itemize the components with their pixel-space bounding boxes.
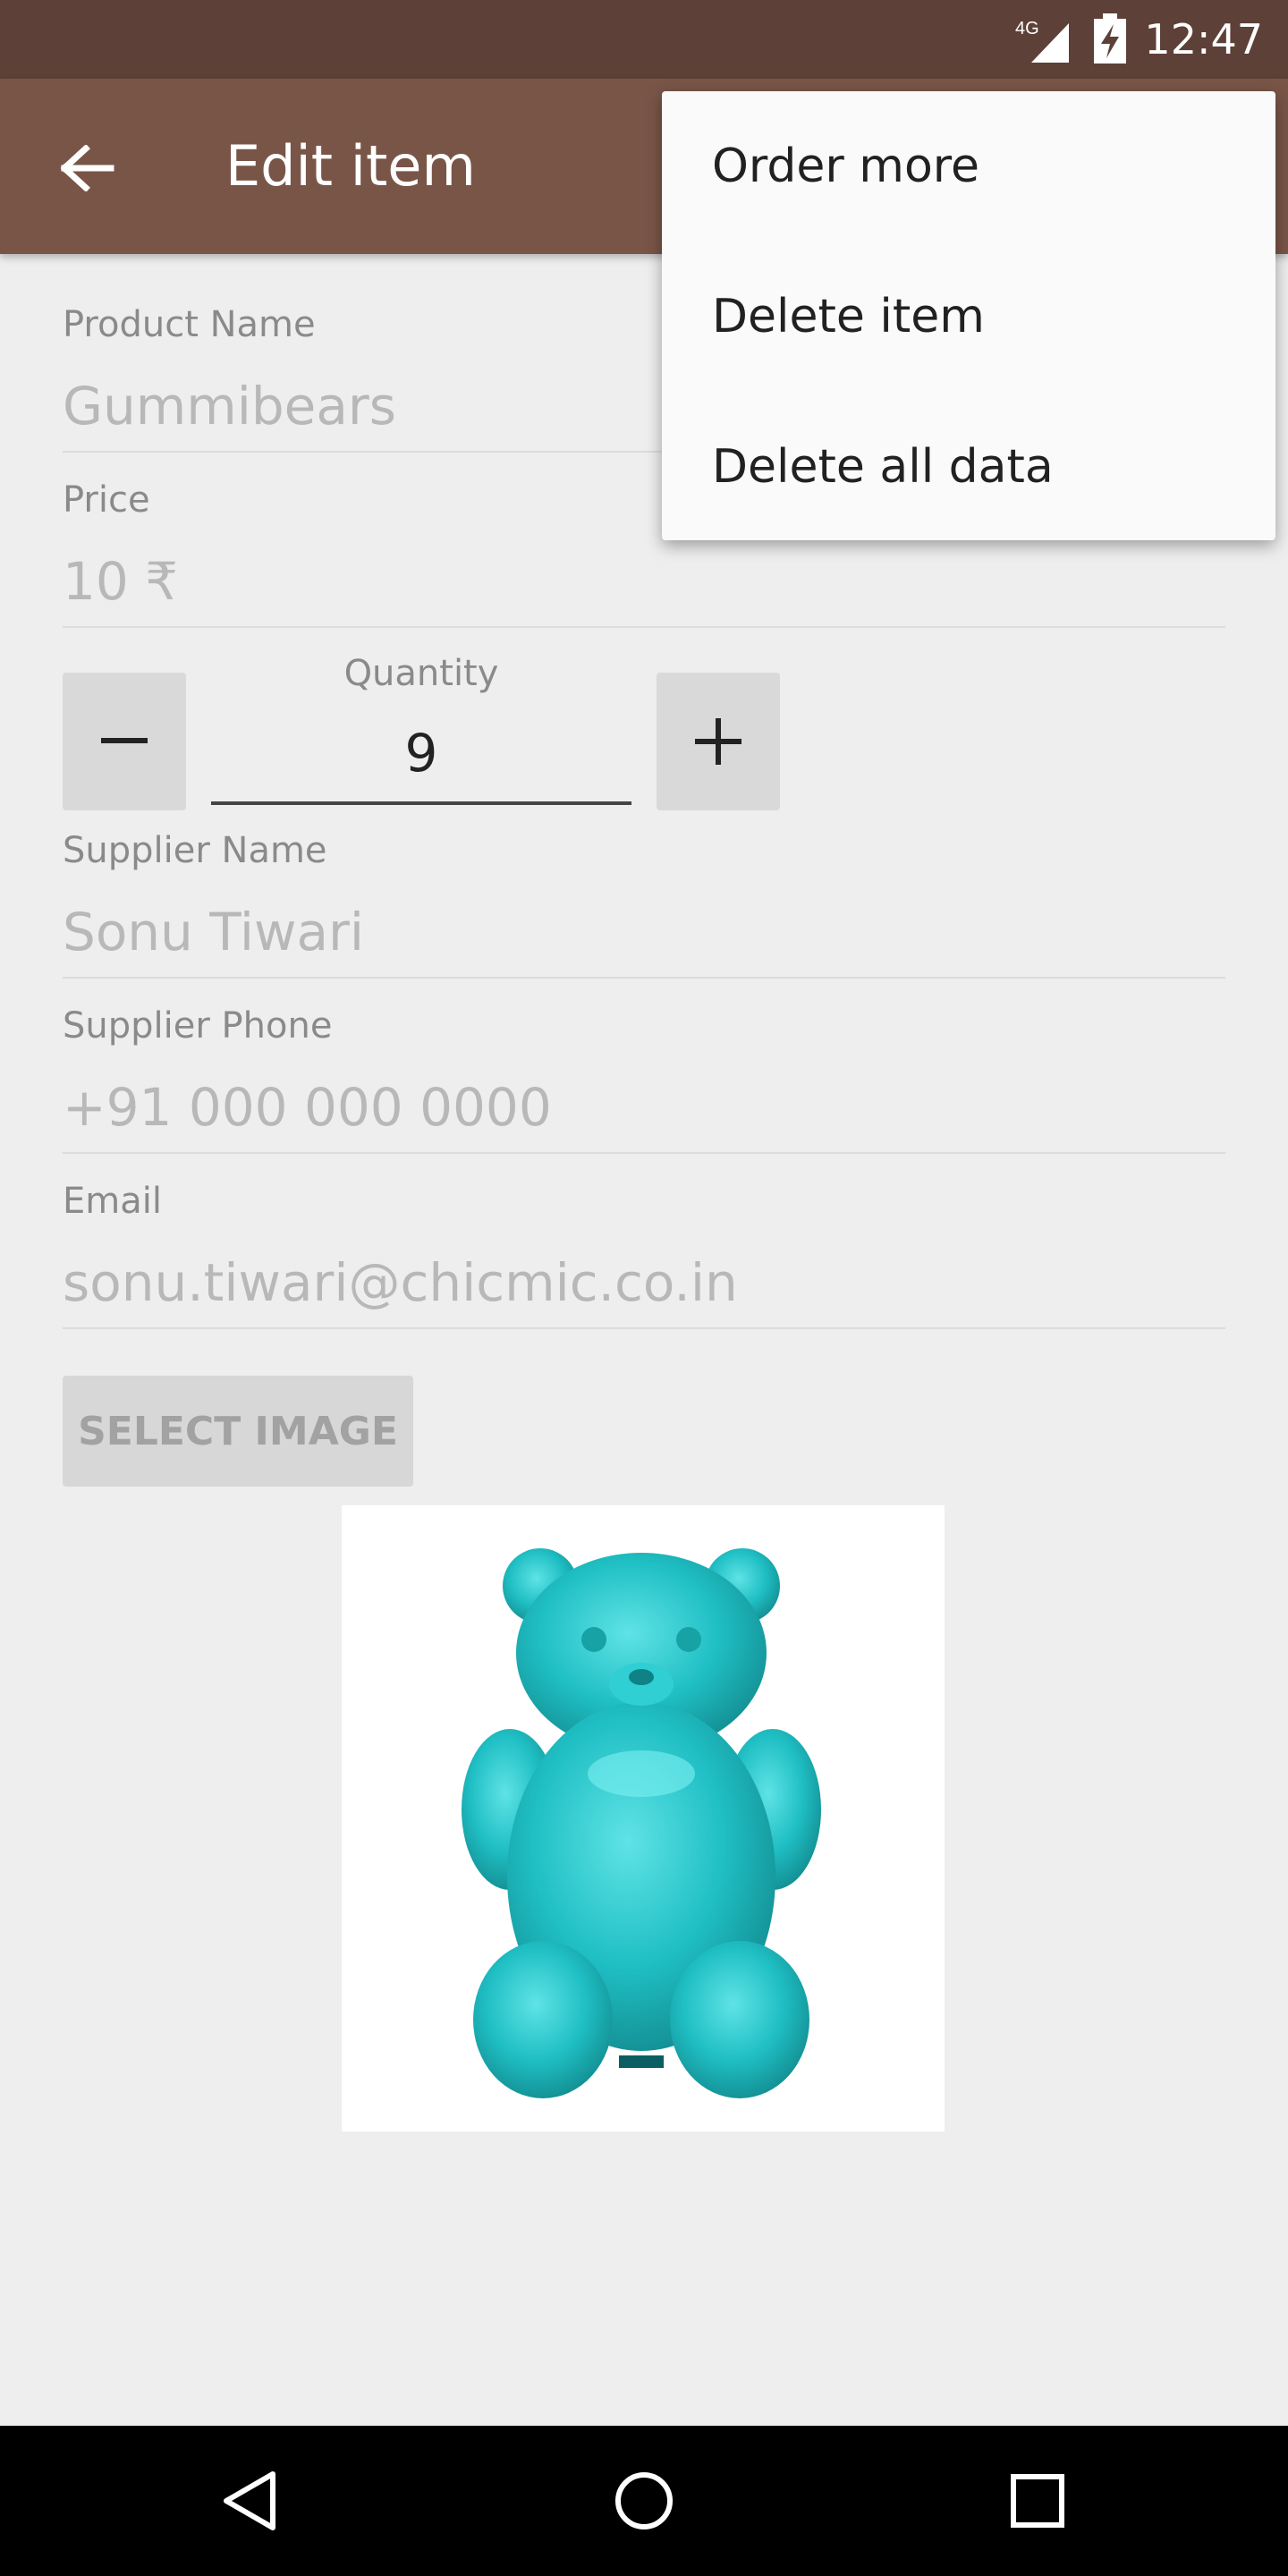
back-triangle-icon [224, 2471, 275, 2530]
menu-item-delete-all-data[interactable]: Delete all data [662, 392, 1275, 542]
email-field[interactable]: sonu.tiwari@chicmic.co.in [63, 1252, 738, 1313]
product-name-field[interactable]: Gummibears [63, 376, 396, 436]
battery-icon [1094, 13, 1127, 64]
product-image [342, 1505, 945, 2131]
supplier-phone-underline [63, 1152, 1225, 1154]
email-label: Email [63, 1181, 162, 1222]
quantity-underline [211, 801, 631, 805]
quantity-label: Quantity [343, 653, 499, 694]
increment-button[interactable] [657, 673, 780, 810]
supplier-phone-field[interactable]: +91 000 000 0000 [63, 1077, 552, 1138]
menu-item-order-more[interactable]: Order more [662, 91, 1275, 242]
navigation-bar [0, 2426, 1288, 2576]
overflow-menu: Order more Delete item Delete all data [662, 91, 1275, 540]
nav-home-button[interactable] [587, 2444, 701, 2558]
supplier-name-label: Supplier Name [63, 830, 327, 871]
product-name-label: Product Name [63, 304, 316, 345]
select-image-button[interactable]: SELECT IMAGE [63, 1376, 413, 1487]
nav-recents-button[interactable] [980, 2444, 1095, 2558]
gummy-bear-image [462, 1548, 821, 2098]
email-underline [63, 1327, 1225, 1329]
arrow-back-icon [61, 145, 114, 191]
status-bar: 4G 12:47 [0, 0, 1288, 79]
signal-icon: 4G [1015, 19, 1070, 63]
page-title: Edit item [225, 133, 476, 199]
decrement-button[interactable] [63, 673, 186, 810]
supplier-name-field[interactable]: Sonu Tiwari [63, 902, 364, 962]
price-underline [63, 626, 1225, 628]
menu-item-delete-item[interactable]: Delete item [662, 242, 1275, 392]
supplier-phone-label: Supplier Phone [63, 1005, 333, 1046]
nav-back-button[interactable] [193, 2444, 308, 2558]
quantity-field[interactable]: 9 [211, 723, 631, 784]
recents-square-icon [1011, 2474, 1064, 2528]
status-time: 12:47 [1144, 15, 1263, 64]
price-label: Price [63, 479, 150, 521]
plus-icon [695, 718, 741, 765]
minus-icon [101, 738, 148, 743]
supplier-name-underline [63, 977, 1225, 979]
price-field[interactable]: 10 ₹ [63, 551, 178, 612]
home-circle-icon [615, 2472, 673, 2529]
back-button[interactable] [43, 125, 132, 211]
status-icons: 4G 12:47 [1013, 0, 1263, 79]
svg-text:4G: 4G [1015, 19, 1039, 38]
